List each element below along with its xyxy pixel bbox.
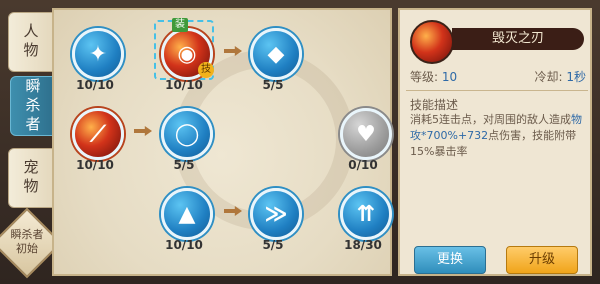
slash-icon: ⟋ [90,121,106,147]
cooldown-block: 冷却: 1秒 [534,68,586,86]
skill-node-6[interactable]: ♥ [340,108,392,160]
skill-node-7[interactable]: ▲ [161,188,213,240]
red-skill-icon: ◉ [177,41,197,67]
skill-node-8[interactable]: ≫ [250,188,302,240]
cooldown-value: 1秒 [566,70,586,84]
tab-assassin[interactable]: 瞬杀者 [10,76,56,136]
skill-description: 消耗5连击点，对周围的敌人造成物攻*700%+732点伤害，技能附带15%暴击率 [410,112,586,160]
skill-node-1[interactable]: ✦ [72,28,124,80]
upgrade-button[interactable]: 升级 [506,246,578,274]
diamond-icon: ◆ [267,41,285,67]
skill-count-8: 5/5 [262,238,284,252]
skill-node-3[interactable]: ◆ [250,28,302,80]
class-badge-line2: 初始 [16,242,38,255]
skill-count-1: 10/10 [76,78,114,92]
skill-name: 毁灭之刃 [452,28,584,50]
skill-tag: 技 [198,62,214,78]
skill-info-panel: 毁灭之刃 等级: 10 冷却: 1秒 技能描述 消耗5连击点，对周围的敌人造成物… [398,8,592,276]
skill-count-3: 5/5 [262,78,284,92]
class-badge-line1: 瞬杀者 [10,228,44,241]
skill-count-6: 0/10 [348,158,378,172]
up-plus-icon: ▲ [178,201,196,227]
skill-count-5: 5/5 [173,158,195,172]
skill-node-4[interactable]: ⟋ [72,108,124,160]
double-up-icon: ⇈ [356,201,376,227]
desc-title: 技能描述 [410,98,459,112]
skill-count-4: 10/10 [76,158,114,172]
level-label: 等级: [410,70,439,84]
equip-tag: 装 [172,18,188,32]
arrow-right-icon [134,126,152,136]
tab-character[interactable]: 人物 [8,12,54,72]
skill-count-9: 18/30 [344,238,382,252]
level-block: 等级: 10 [410,68,457,86]
shield-icon: ✦ [88,41,108,67]
heart-plus-icon: ♥ [356,121,376,147]
class-badge-text: 瞬杀者 初始 [2,228,52,256]
skill-node-9[interactable]: ⇈ [340,188,392,240]
swap-button[interactable]: 更换 [414,246,486,274]
divider [406,90,588,91]
skill-count-2: 10/10 [165,78,203,92]
skill-tree-panel: ✦ 10/10 ◉ 装 技 10/10 ◆ 5/5 ⟋ 10/10 ◯ 5/5 … [52,8,392,276]
cooldown-label: 冷却: [534,70,563,84]
skill-node-5[interactable]: ◯ [161,108,213,160]
skill-count-7: 10/10 [165,238,203,252]
level-value: 10 [441,70,458,84]
selected-skill-icon [410,20,454,64]
desc-part1: 消耗5连击点，对周围的敌人造成 [410,113,571,126]
wing-icon: ≫ [264,201,288,227]
ring-icon: ◯ [174,121,200,147]
level-cooldown-row: 等级: 10 冷却: 1秒 [410,68,586,86]
tab-pet[interactable]: 宠物 [8,148,54,208]
